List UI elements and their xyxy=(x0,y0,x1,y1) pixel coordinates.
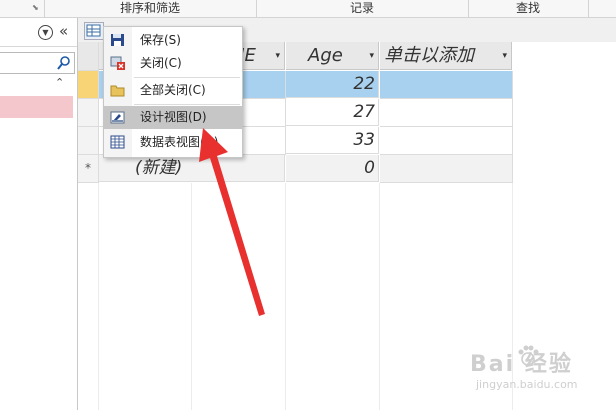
watermark-url: jingyan.baidu.com xyxy=(476,378,578,391)
watermark-brand: Bai 经验 xyxy=(470,352,573,377)
baidu-jingyan-watermark: Bai 经验 jingyan.baidu.com xyxy=(470,338,610,400)
